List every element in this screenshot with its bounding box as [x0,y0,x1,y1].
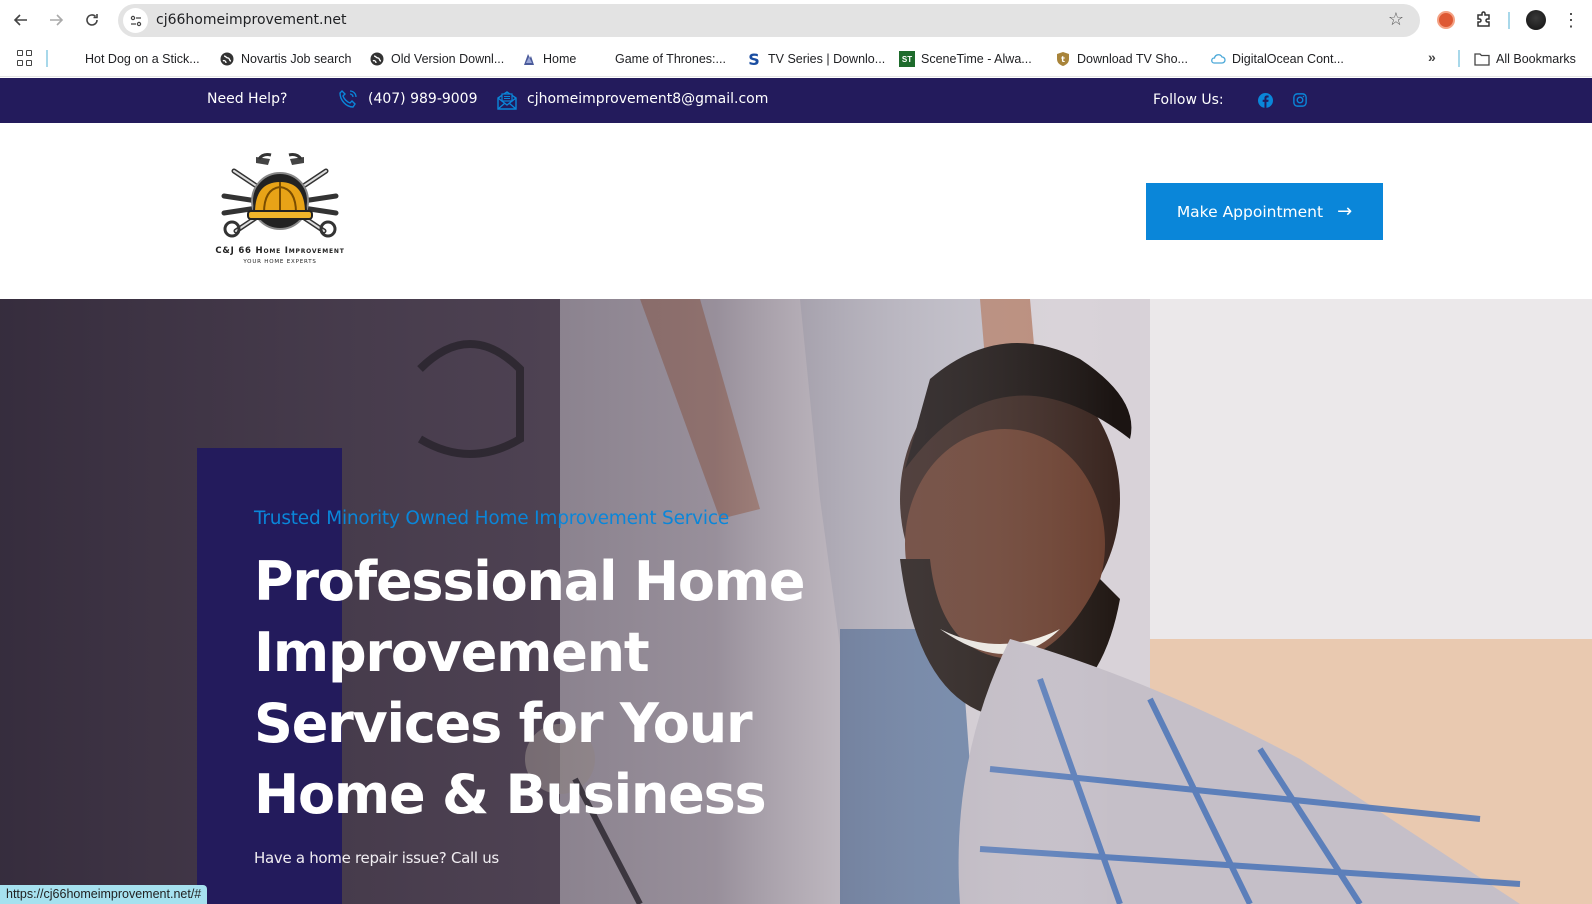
arrow-right-icon [50,14,64,26]
puzzle-icon [1477,11,1490,27]
site-logo-icon [521,51,537,67]
folder-icon [1474,51,1490,67]
bookmark-label: Download TV Sho... [1077,52,1188,66]
phone-link[interactable]: (407) 989-9009 [368,91,478,107]
hero-subline: Have a home repair issue? Call us [254,849,499,867]
headline-line: Services for Your [254,692,753,755]
address-bar[interactable]: cj66homeimprovement.net ☆ [118,4,1420,37]
logo-subtitle: Your Home Experts [243,259,317,265]
svg-text:t: t [1061,55,1065,64]
bookmark-label: DigitalOcean Cont... [1232,52,1344,66]
duckduckgo-extension-icon[interactable] [1437,11,1455,29]
link-status-bar: https://cj66homeimprovement.net/# [0,885,208,904]
forward-button[interactable] [44,8,68,32]
bookmark-label: Novartis Job search [241,52,352,66]
bookmark-label: Game of Thrones:... [615,52,726,66]
hero-headline: Professional Home Improvement Services f… [254,546,814,830]
st-logo-icon: ST [899,51,915,67]
need-help-label: Need Help? [207,91,288,107]
bookmark-label: SceneTime - Alwa... [921,52,1032,66]
all-bookmarks-label: All Bookmarks [1496,52,1576,66]
company-logo[interactable]: C&J 66 Home Improvement Your Home Expert… [204,151,356,273]
make-appointment-label: Make Appointment [1176,202,1324,221]
logo-title: C&J 66 Home Improvement [215,246,345,256]
url-text[interactable]: cj66homeimprovement.net [156,12,346,28]
hardhat-tools-logo-icon [221,153,339,238]
bookmark-item[interactable]: DigitalOcean Cont... [1210,49,1344,69]
hero-tagline: Trusted Minority Owned Home Improvement … [254,508,730,529]
extensions-button[interactable] [1473,9,1495,31]
site-topbar: Need Help? (407) 989-9009 cjhomeimprovem… [0,78,1592,123]
bookmark-item[interactable]: Novartis Job search [219,49,351,69]
apps-grid-icon[interactable] [17,50,33,66]
s-logo-icon: S [748,49,760,69]
bookmarks-divider [1458,50,1460,67]
bookmark-item[interactable]: S TV Series | Downlo... [746,49,885,69]
all-bookmarks-button[interactable]: All Bookmarks [1474,49,1576,69]
bookmark-label: TV Series | Downlo... [768,52,886,66]
profile-avatar[interactable] [1526,10,1546,30]
hero-section: Trusted Minority Owned Home Improvement … [0,299,1592,904]
more-bookmarks-button[interactable]: » [1428,49,1436,65]
phone-icon [339,90,357,108]
headline-line: Professional Home [254,550,805,613]
reload-icon [86,14,98,26]
tune-icon [130,15,141,26]
instagram-icon[interactable] [1293,93,1307,107]
browser-toolbar: cj66homeimprovement.net ☆ ⋮ [0,0,1592,40]
site-info-button[interactable] [123,8,148,33]
reload-button[interactable] [80,8,104,32]
make-appointment-button[interactable]: Make Appointment → [1146,183,1383,240]
bookmark-label: Home [543,52,577,66]
globe-icon [219,51,235,67]
globe-icon [369,51,385,67]
shield-t-icon: t [1055,51,1071,67]
follow-us-label: Follow Us: [1153,92,1224,108]
bookmark-item[interactable]: Old Version Downl... [369,49,504,69]
envelope-icon [497,91,517,110]
arrow-left-icon [13,14,27,26]
bookmark-item[interactable]: Hot Dog on a Stick... [85,49,200,69]
bookmark-item[interactable]: Home [521,49,576,69]
email-link[interactable]: cjhomeimprovement8@gmail.com [527,91,768,107]
cloud-icon [1210,51,1226,67]
facebook-icon[interactable] [1258,93,1273,108]
bookmarks-divider [46,50,48,67]
browser-menu-icon[interactable]: ⋮ [1561,10,1581,30]
headline-line: Home & Business [254,763,767,826]
back-button[interactable] [9,8,33,32]
bookmark-star-icon[interactable]: ☆ [1388,9,1404,30]
bookmark-label: Old Version Downl... [391,52,505,66]
arrow-right-icon: → [1337,201,1353,222]
toolbar-divider [1508,12,1510,29]
headline-line: Improvement [254,621,650,684]
bookmark-item[interactable]: t Download TV Sho... [1055,49,1188,69]
bookmark-item[interactable]: Game of Thrones:... [615,49,726,69]
site-header: C&J 66 Home Improvement Your Home Expert… [0,123,1592,299]
bookmark-label: Hot Dog on a Stick... [85,52,200,66]
bookmark-item[interactable]: ST SceneTime - Alwa... [899,49,1032,69]
bookmarks-bar: Hot Dog on a Stick... Novartis Job searc… [0,40,1592,77]
